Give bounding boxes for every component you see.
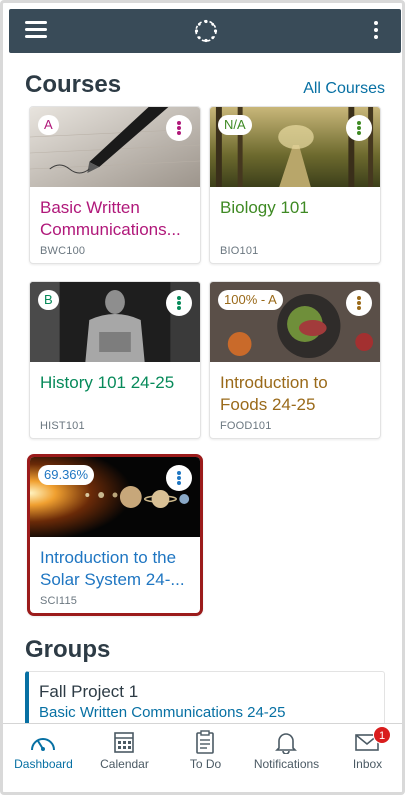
todo-icon: [196, 730, 214, 754]
course-code: SCI115: [40, 595, 78, 607]
tab-label: Dashboard: [14, 757, 73, 771]
group-name: Fall Project 1: [39, 682, 139, 701]
grade-badge: N/A: [218, 115, 252, 135]
course-code: HIST101: [40, 420, 85, 432]
course-code: BIO101: [220, 245, 259, 257]
app-screen: Courses All Courses A Basic Written Comm…: [0, 0, 405, 795]
course-title: Biology 101: [220, 198, 309, 217]
grade-badge: 100% - A: [218, 290, 283, 310]
card-menu-icon[interactable]: [346, 115, 372, 141]
card-menu-icon[interactable]: [346, 290, 372, 316]
grade-badge: B: [38, 290, 59, 310]
top-navigation-bar: [9, 9, 401, 53]
course-title: History 101 24-25: [40, 373, 175, 392]
dashboard-icon: [31, 738, 55, 751]
card-menu-icon[interactable]: [166, 115, 192, 141]
hamburger-icon[interactable]: [25, 21, 47, 41]
tab-label: Calendar: [100, 757, 149, 771]
tab-label: Inbox: [352, 757, 383, 771]
groups-heading: Groups: [25, 636, 111, 663]
card-menu-icon[interactable]: [166, 465, 192, 491]
bottom-tab-bar: Dashboard Calendar To Do Notifications 1…: [3, 723, 402, 792]
group-course-name: Basic Written Communications 24-25: [39, 704, 286, 721]
dashboard-scroll-area[interactable]: Courses All Courses A Basic Written Comm…: [9, 53, 401, 723]
card-menu-icon[interactable]: [166, 290, 192, 316]
course-card-bio101[interactable]: N/A Biology 101 BIO101: [209, 106, 381, 264]
tab-calendar[interactable]: Calendar: [84, 724, 165, 792]
course-code: BWC100: [40, 245, 86, 257]
tab-todo[interactable]: To Do: [165, 724, 246, 792]
canvas-logo-icon: [194, 19, 218, 43]
kebab-icon[interactable]: [373, 21, 379, 41]
grade-badge: A: [38, 115, 59, 135]
tab-inbox[interactable]: 1 Inbox: [327, 724, 402, 792]
course-title: Introduction to Foods 24-25: [220, 373, 328, 414]
courses-heading: Courses: [25, 71, 122, 98]
tab-dashboard[interactable]: Dashboard: [3, 724, 84, 792]
course-card-food101[interactable]: 100% - A Introduction to Foods 24-25 FOO…: [209, 281, 381, 439]
course-card-sci115[interactable]: 69.36% Introduction to the Solar System …: [27, 454, 203, 616]
grade-badge: 69.36%: [38, 465, 95, 485]
tab-label: Notifications: [253, 757, 320, 771]
course-code: FOOD101: [220, 420, 272, 432]
bell-icon: [275, 733, 297, 754]
all-courses-link[interactable]: All Courses: [303, 80, 385, 98]
course-card-hist101[interactable]: B History 101 24-25 HIST101: [29, 281, 201, 439]
course-title: Basic Written Communications...: [40, 198, 181, 239]
calendar-icon: [114, 732, 134, 753]
course-card-bwc100[interactable]: A Basic Written Communications... BWC100: [29, 106, 201, 264]
tab-notifications[interactable]: Notifications: [246, 724, 327, 792]
group-item[interactable]: Fall Project 1 Basic Written Communicati…: [25, 671, 385, 723]
inbox-unread-badge: 1: [373, 726, 391, 744]
course-title: Introduction to the Solar System 24-...: [40, 548, 185, 589]
tab-label: To Do: [189, 757, 222, 771]
